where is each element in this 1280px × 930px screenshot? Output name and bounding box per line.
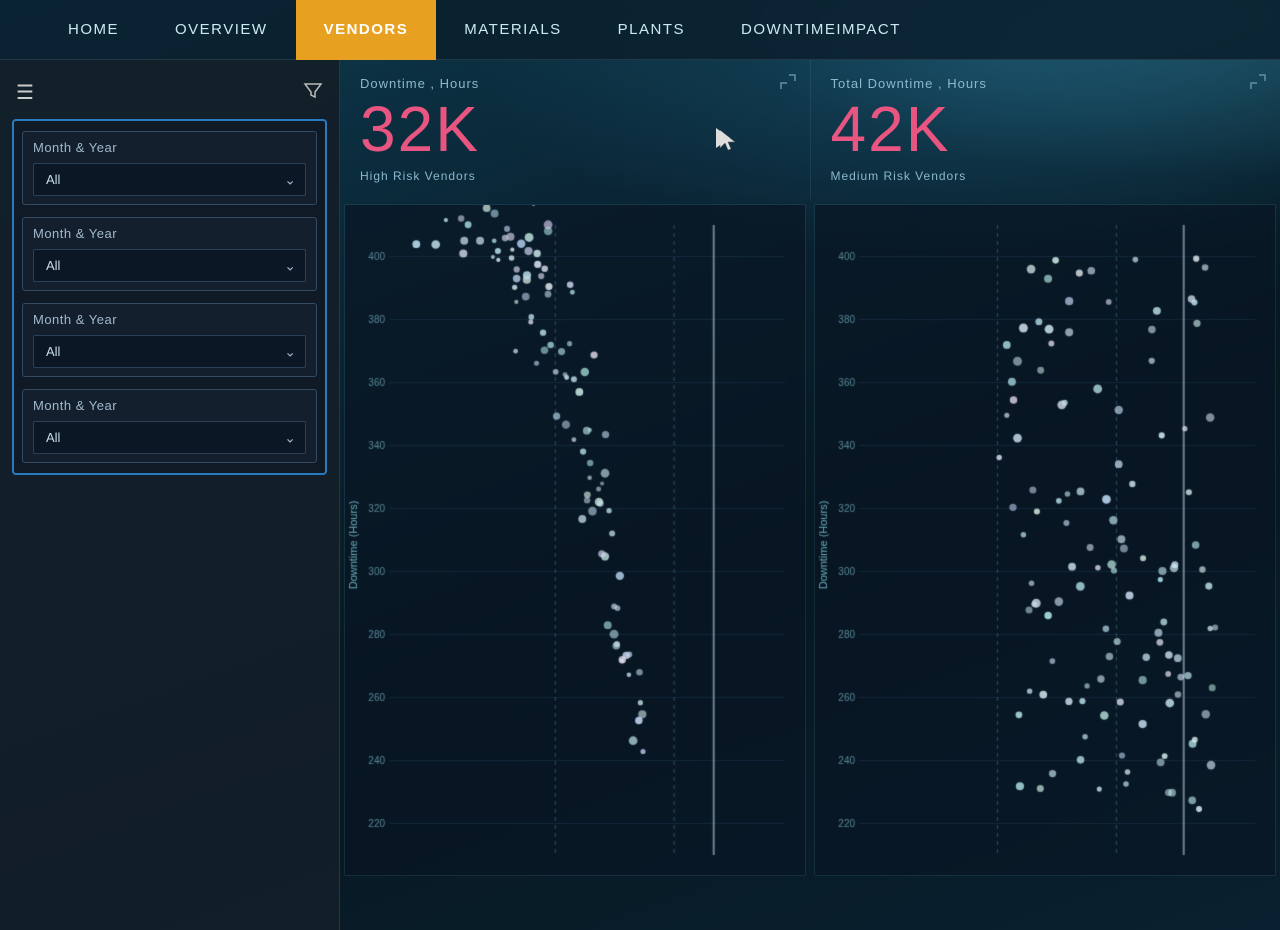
filter-icon[interactable] — [303, 80, 323, 105]
filter-label-2: Month & Year — [33, 312, 306, 327]
kpi-left-label: Downtime , Hours — [360, 76, 790, 91]
kpi-card-right: Total Downtime , Hours 42K Medium Risk V… — [811, 60, 1280, 200]
filter-container: Month & YearAll⌄Month & YearAll⌄Month & … — [12, 119, 327, 475]
kpi-right-label: Total Downtime , Hours — [831, 76, 1261, 91]
nav-item-materials[interactable]: Materials — [436, 0, 589, 60]
kpi-left-sublabel: High Risk Vendors — [360, 169, 790, 183]
filter-panel: ☰ Month & YearAll⌄Month & YearAll⌄Month … — [0, 60, 340, 930]
hamburger-icon[interactable]: ☰ — [16, 80, 34, 105]
filter-select-wrapper-2: All⌄ — [33, 335, 306, 368]
filter-group-3: Month & Year All⌄ — [22, 389, 317, 463]
filter-panel-header: ☰ — [0, 70, 339, 111]
chart-right — [814, 204, 1276, 876]
filter-select-0[interactable]: All — [33, 163, 306, 196]
nav-item-downtimeimpact[interactable]: DowntimeImpact — [713, 0, 929, 60]
main-content: ☰ Month & YearAll⌄Month & YearAll⌄Month … — [0, 60, 1280, 930]
filter-select-3[interactable]: All — [33, 421, 306, 454]
filter-select-wrapper-3: All⌄ — [33, 421, 306, 454]
nav-item-home[interactable]: Home — [40, 0, 147, 60]
kpi-row: Downtime , Hours 32K High Risk Vendors T… — [340, 60, 1280, 200]
nav-item-plants[interactable]: Plants — [590, 0, 713, 60]
filter-select-wrapper-0: All⌄ — [33, 163, 306, 196]
kpi-right-value: 42K — [831, 97, 1261, 161]
navbar: HomeOverviewVendorsMaterialsPlantsDownti… — [0, 0, 1280, 60]
kpi-right-expand[interactable] — [1248, 72, 1268, 92]
kpi-right-sublabel: Medium Risk Vendors — [831, 169, 1261, 183]
filter-select-1[interactable]: All — [33, 249, 306, 282]
nav-item-vendors[interactable]: Vendors — [296, 0, 437, 60]
filter-label-1: Month & Year — [33, 226, 306, 241]
filter-label-0: Month & Year — [33, 140, 306, 155]
kpi-card-left: Downtime , Hours 32K High Risk Vendors — [340, 60, 811, 200]
filter-group-0: Month & Year All⌄ — [22, 131, 317, 205]
charts-area: Downtime , Hours 32K High Risk Vendors T… — [340, 60, 1280, 930]
kpi-left-value: 32K — [360, 97, 790, 161]
kpi-left-expand[interactable] — [778, 72, 798, 92]
filter-label-3: Month & Year — [33, 398, 306, 413]
filter-select-2[interactable]: All — [33, 335, 306, 368]
filter-group-1: Month & Year All⌄ — [22, 217, 317, 291]
charts-row — [340, 200, 1280, 880]
filter-group-2: Month & Year All⌄ — [22, 303, 317, 377]
chart-left — [344, 204, 806, 876]
filter-select-wrapper-1: All⌄ — [33, 249, 306, 282]
nav-item-overview[interactable]: Overview — [147, 0, 296, 60]
